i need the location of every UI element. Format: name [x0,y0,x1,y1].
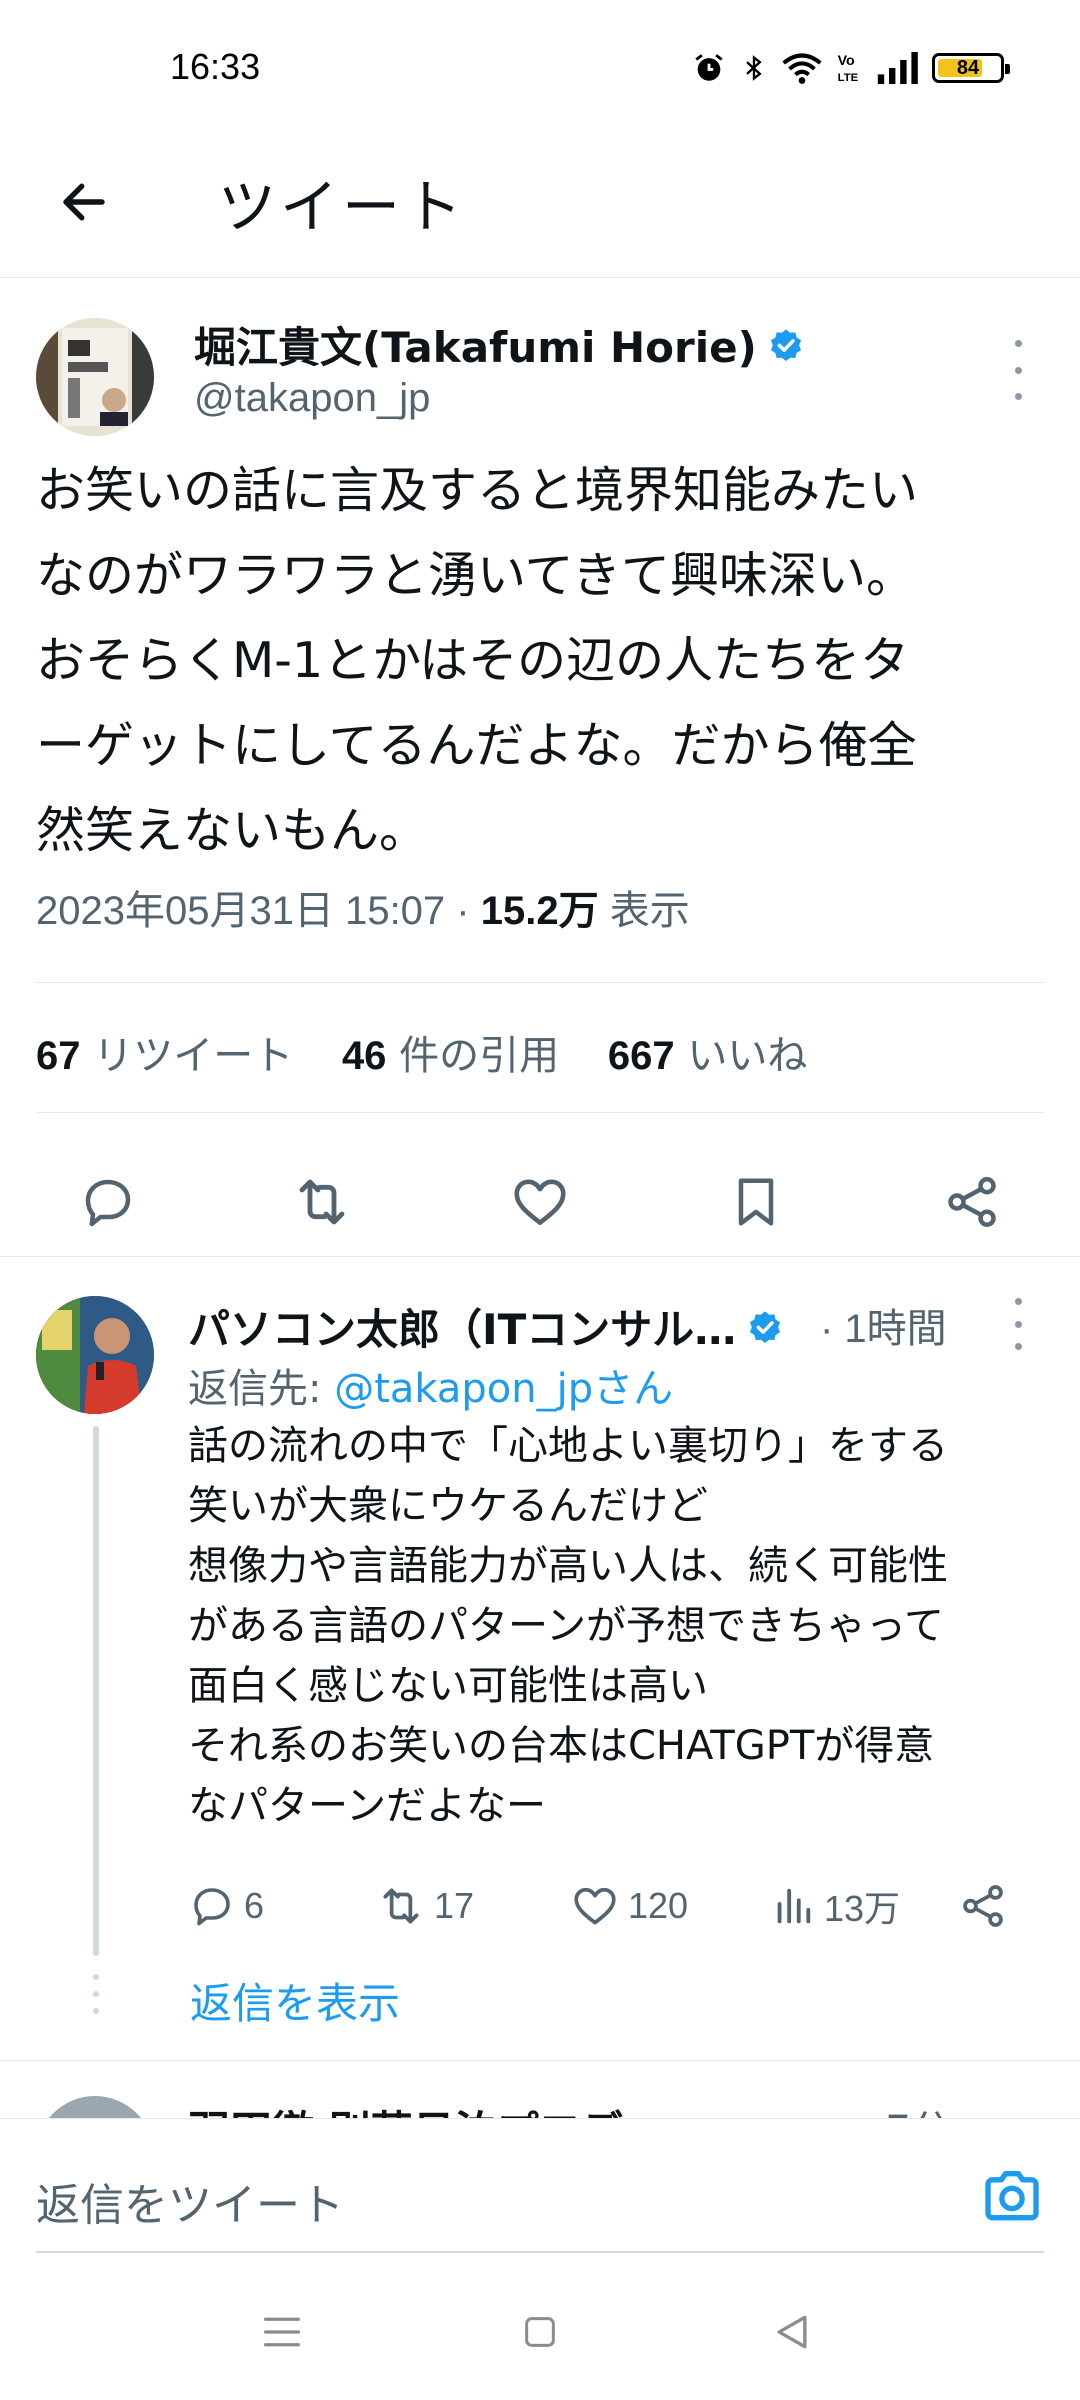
reply-reply-button[interactable]: 6 [188,1866,264,1946]
analytics-icon [777,1888,811,1924]
back-nav-button[interactable] [762,2302,822,2362]
next-reply-peek[interactable]: 羽田徹 別荘日泊プロデュ… · 7分 [0,2068,1080,2118]
thread-dots [91,1974,101,2014]
share-icon [963,1885,1003,1927]
reply-author-name[interactable]: パソコン太郎（ITコンサル… [188,1296,784,1357]
reply-views-button[interactable]: 13万 [770,1866,900,1946]
reply-button[interactable] [76,1170,140,1234]
home-nav-button[interactable] [510,2302,570,2362]
square-home-icon [525,2317,555,2347]
heart-icon [514,1179,566,1225]
show-replies-link[interactable]: 返信を表示 [190,1970,400,2031]
reply-more-options-icon[interactable] [1008,1298,1028,1350]
svg-text:Vo: Vo [838,53,855,69]
retweet-icon [299,1179,345,1225]
signal-icon [877,52,918,84]
reply-to: 返信先: @takapon_jpさん [188,1366,674,1412]
wifi-icon [782,53,822,84]
next-reply-author-name: 羽田徹 別荘日泊プロデュ… [188,2098,707,2118]
reply-time: · 1時間 [820,1307,947,1351]
menu-nav-button[interactable] [252,2302,312,2362]
triangle-back-icon [777,2315,807,2349]
likes-stat[interactable]: 667 いいね [608,1033,807,1079]
bookmark-icon [738,1178,774,1226]
verified-badge-icon [746,1308,784,1357]
system-navigation-bar [0,2258,1080,2400]
author-handle[interactable]: @takapon_jp [194,376,430,421]
view-count: 13万 [824,1888,901,1929]
svg-text:LTE: LTE [838,72,859,84]
reply-icon [85,1179,131,1227]
engagement-stats: 67 リツイート 46 件の引用 667 いいね [36,1023,843,1081]
reply-like-button[interactable]: 120 [570,1866,688,1946]
views-label: 表示 [598,889,690,933]
retweet-icon [383,1888,419,1924]
reply-count: 6 [244,1885,265,1926]
retweets-stat[interactable]: 67 リツイート [36,1033,293,1079]
more-options-icon[interactable] [1008,340,1028,400]
retweet-button[interactable] [290,1170,354,1234]
bluetooth-icon [746,55,762,81]
tweet-meta: 2023年05月31日 15:07 · 15.2万 表示 [36,878,690,936]
reply-to-link[interactable]: @takapon_jpさん [334,1366,673,1412]
camera-icon[interactable] [980,2165,1044,2225]
next-reply-avatar[interactable] [36,2096,154,2118]
back-button[interactable] [52,170,116,234]
views-count: 15.2万 [480,889,599,933]
reply-share-button[interactable] [958,1866,1008,1946]
page-title: ツイート [218,173,467,241]
tweet-text: お笑いの話に言及すると境界知能みたい なのがワラワラと湧いてきて興味深い。 おそ… [36,462,919,859]
like-button[interactable] [508,1170,572,1234]
reply-input[interactable]: 返信をツイート [36,2169,344,2233]
battery-icon: 84 [932,53,1010,83]
verified-badge-icon [767,326,805,375]
next-reply-time: · 7分 [860,2098,951,2118]
status-bar: 16:33 Vo LTE 84 [0,0,1080,130]
like-count: 120 [628,1885,689,1926]
volte-icon: Vo LTE [838,53,859,84]
menu-icon [264,2317,300,2347]
tweet-actions [0,1148,1080,1254]
reply-text: 話の流れの中で「心地よい裏切り」をする 笑いが大衆にウケるんだけど 想像力や言語… [188,1423,948,1829]
tweet-timestamp: 2023年05月31日 15:07 · [36,889,481,933]
bookmark-button[interactable] [724,1170,788,1234]
top-app-bar: ツイート [0,130,1080,278]
quotes-stat[interactable]: 46 件の引用 [342,1033,559,1079]
share-icon [948,1177,996,1227]
share-button[interactable] [940,1170,1004,1234]
author-name[interactable]: 堀江貴文(Takafumi Horie) [194,314,805,375]
reply-retweet-button[interactable]: 17 [376,1866,474,1946]
heart-icon [574,1887,616,1925]
status-icons: Vo LTE 84 [692,48,1010,88]
reply-compose-bar: 返信をツイート [0,2118,1080,2258]
reply-icon [194,1888,230,1926]
reply-actions: 6 17 120 13万 [188,1866,1048,1946]
status-time: 16:33 [170,46,261,87]
alarm-icon [695,54,723,81]
arrow-left-icon [63,183,105,221]
thread-line [93,1426,99,1956]
reply-avatar[interactable] [36,1296,154,1414]
avatar[interactable] [36,318,154,436]
retweet-count: 17 [434,1885,475,1926]
